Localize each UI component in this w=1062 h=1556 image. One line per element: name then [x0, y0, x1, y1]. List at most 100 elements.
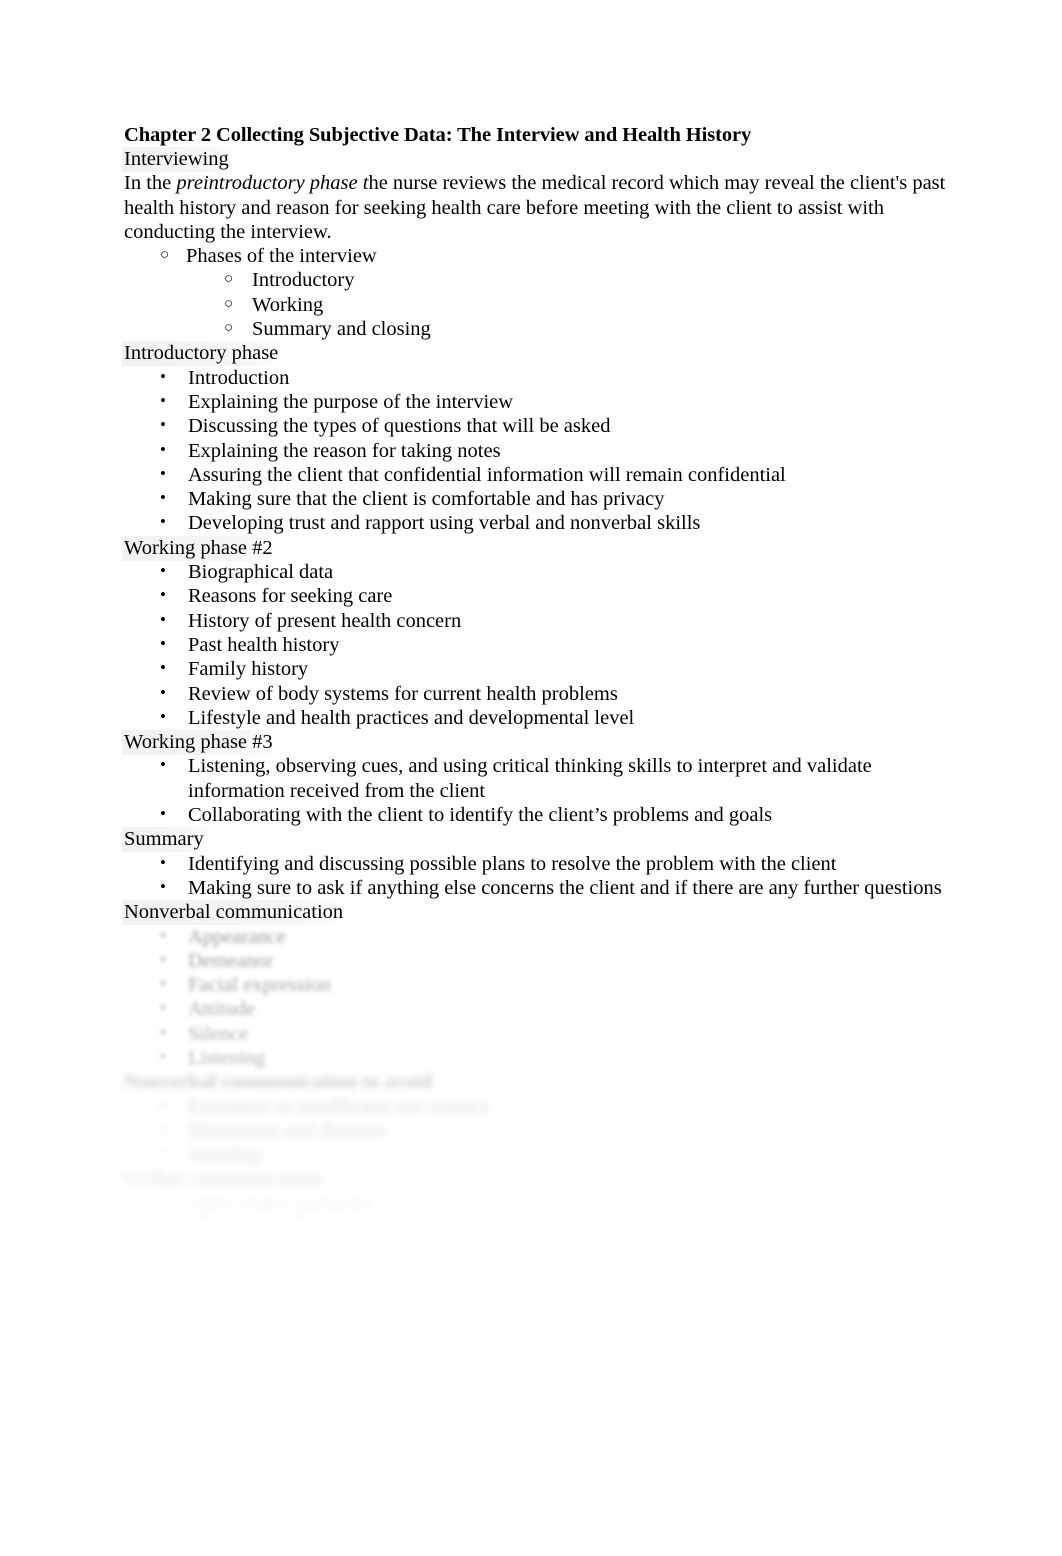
list-item-label: Review of body systems for current healt…	[188, 682, 618, 705]
disc-bullet-icon: •	[160, 463, 166, 483]
list-item: • Developing trust and rapport using verb…	[124, 511, 954, 535]
list-item: • Collaborating with the client to identi…	[124, 803, 954, 827]
list-item: • Family history	[124, 657, 954, 681]
list-item: ○ Introductory	[124, 268, 954, 292]
list-item-label: Introduction	[188, 366, 290, 389]
disc-bullet-icon: •	[160, 852, 166, 872]
list-item-label: Open-ended questions	[188, 1192, 371, 1215]
list-item-label: Working	[252, 293, 324, 316]
list-item: • Making sure that the client is comforta…	[124, 487, 954, 511]
document-page: Chapter 2 Collecting Subjective Data: Th…	[0, 0, 1062, 1556]
list-item: • Discussing the types of questions that …	[124, 414, 954, 438]
list-item-label: Listening	[188, 1046, 266, 1069]
circle-bullet-icon: ○	[160, 246, 170, 264]
disc-bullet-icon: •	[160, 876, 166, 896]
disc-bullet-icon: •	[160, 658, 166, 678]
list-item: • Excessive or insufficient eye contact	[124, 1095, 954, 1119]
list-item-label: Demeanor	[188, 949, 274, 972]
obscured-preview-region: • Appearance • Demeanor • Facial expression…	[124, 924, 954, 1217]
list-item: • Listening, observing cues, and using cr…	[124, 754, 954, 803]
list-item: • Open-ended questions	[124, 1192, 954, 1216]
list-item: • Listening	[124, 1046, 954, 1070]
list-item: • Lifestyle and health practices and deve…	[124, 706, 954, 730]
paragraph-lead: In the	[124, 172, 177, 195]
list-item-label: Standing	[188, 1144, 261, 1167]
list-item: • Making sure to ask if anything else con…	[124, 876, 954, 900]
list-item-label: Silence	[188, 1022, 249, 1045]
section-heading-obscured-c: Verbal communication	[124, 1168, 324, 1191]
list-item: • Reasons for seeking care	[124, 584, 954, 608]
disc-bullet-icon: •	[160, 706, 166, 726]
introductory-phase-list: • Introduction • Explaining the purpose of…	[124, 366, 954, 536]
list-item: • Past health history	[124, 633, 954, 657]
obscured-list-b: • Excessive or insufficient eye contact •…	[124, 1095, 954, 1168]
section-heading-nonverbal-communication: Nonverbal communication	[122, 900, 954, 926]
list-item-label: Discussing the types of questions that w…	[188, 415, 611, 438]
section-heading-working-phase-3-label: Working phase #3	[122, 730, 283, 756]
circle-bullet-icon: ○	[224, 319, 234, 337]
list-item: • Silence	[124, 1022, 954, 1046]
disc-bullet-icon: •	[160, 974, 166, 994]
list-item-label: Explaining the purpose of the interview	[188, 390, 514, 413]
list-item-label: Biographical data	[188, 561, 334, 584]
list-item: • Attitude	[124, 997, 954, 1021]
section-heading-introductory-phase: Introductory phase	[122, 341, 954, 367]
section-heading-working-phase-3: Working phase #3	[122, 730, 954, 756]
list-item-label: Family history	[188, 658, 309, 681]
list-item: • Explaining the purpose of the interview	[124, 390, 954, 414]
disc-bullet-icon: •	[160, 1192, 166, 1212]
disc-bullet-icon: •	[160, 682, 166, 702]
list-item-label: Facial expression	[188, 974, 331, 997]
nonverbal-communication-list-obscured: • Appearance • Demeanor • Facial expression…	[124, 925, 954, 1071]
list-item-label: History of present health concern	[188, 609, 462, 632]
disc-bullet-icon: •	[160, 804, 166, 824]
list-item: • Biographical data	[124, 560, 954, 584]
list-item: • Appearance	[124, 925, 954, 949]
list-item: • Facial expression	[124, 973, 954, 997]
list-item-label: Explaining the reason for taking notes	[188, 439, 501, 462]
section-heading-interviewing: Interviewing	[122, 147, 954, 172]
list-item: ○ Phases of the interview	[124, 244, 954, 268]
disc-bullet-icon: •	[160, 561, 166, 581]
disc-bullet-icon: •	[160, 1095, 166, 1115]
list-item-label: Collaborating with the client to identif…	[188, 804, 773, 827]
list-item-label: Reasons for seeking care	[188, 585, 393, 608]
section-heading-summary: Summary	[122, 827, 954, 853]
list-item-label: Developing trust and rapport using verba…	[188, 512, 701, 535]
list-item-label: Distraction and distance	[188, 1119, 387, 1142]
list-item-label: Making sure to ask if anything else conc…	[188, 876, 942, 899]
disc-bullet-icon: •	[160, 439, 166, 459]
section-heading-introductory-phase-label: Introductory phase	[122, 341, 289, 367]
list-item: • History of present health concern	[124, 609, 954, 633]
section-heading-interviewing-label: Interviewing	[122, 147, 239, 172]
disc-bullet-icon: •	[160, 949, 166, 969]
list-item: ○ Summary and closing	[124, 317, 954, 341]
list-item: ○ Working	[124, 293, 954, 317]
list-item-label: Past health history	[188, 633, 340, 656]
list-item-label: Excessive or insufficient eye contact	[188, 1095, 489, 1118]
list-item-label: Identifying and discussing possible plan…	[188, 852, 837, 875]
disc-bullet-icon: •	[160, 415, 166, 435]
list-item: • Explaining the reason for taking notes	[124, 439, 954, 463]
disc-bullet-icon: •	[160, 390, 166, 410]
list-item: • Distraction and distance	[124, 1119, 954, 1143]
working-phase-3-list: • Listening, observing cues, and using cr…	[124, 754, 954, 827]
list-item-label: Appearance	[188, 925, 286, 948]
obscured-list-c: • Open-ended questions	[124, 1192, 954, 1216]
disc-bullet-icon: •	[160, 925, 166, 945]
disc-bullet-icon: •	[160, 609, 166, 629]
disc-bullet-icon: •	[160, 1022, 166, 1042]
list-item: • Introduction	[124, 366, 954, 390]
disc-bullet-icon: •	[160, 512, 166, 532]
list-item-label: Phases of the interview	[186, 245, 377, 268]
disc-bullet-icon: •	[160, 1046, 166, 1066]
list-item-label: Attitude	[188, 998, 256, 1021]
list-item: • Assuring the client that confidential i…	[124, 463, 954, 487]
list-item-label: Lifestyle and health practices and devel…	[188, 706, 635, 729]
list-item-label: Listening, observing cues, and using cri…	[188, 755, 872, 802]
section-heading-summary-label: Summary	[122, 827, 214, 853]
section-heading-obscured-b: Nonverbal communication to avoid	[124, 1071, 433, 1094]
paragraph-italic-term: preintroductory phase t	[176, 172, 369, 195]
list-item: • Identifying and discussing possible pla…	[124, 852, 954, 876]
working-phase-2-list: • Biographical data • Reasons for seeking …	[124, 560, 954, 730]
